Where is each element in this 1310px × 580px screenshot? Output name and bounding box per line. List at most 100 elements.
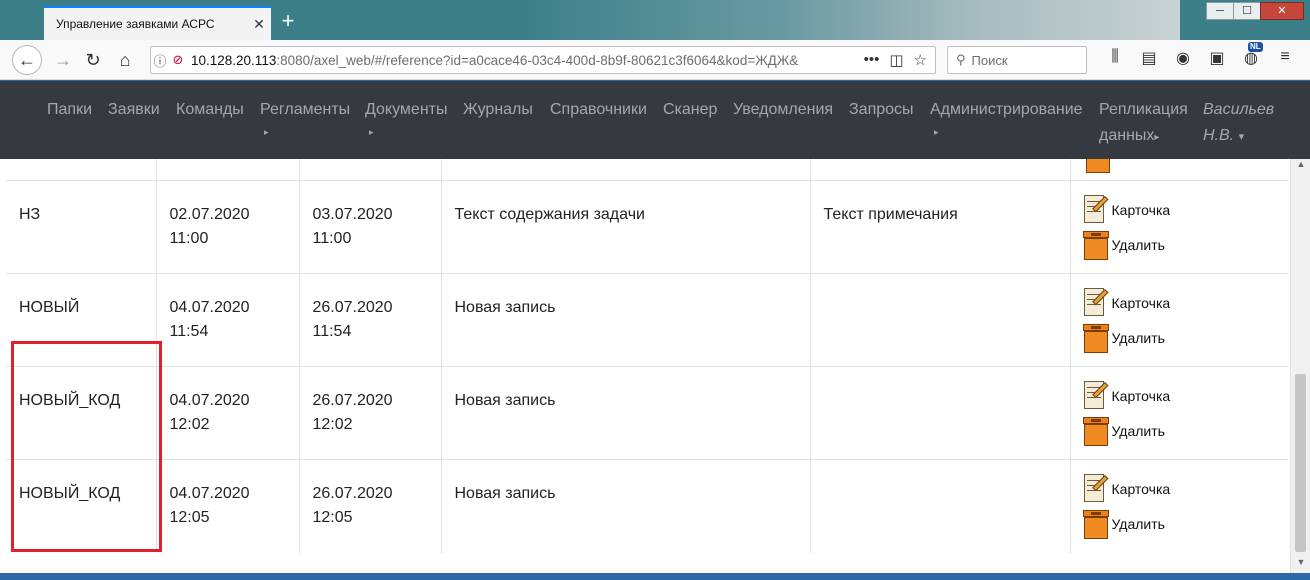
table-row: НОВЫЙ 04.07.2020 11:54 26.07.2020 11:54 Но… <box>6 273 1288 367</box>
user-name-line2: Н.В. <box>1203 127 1235 144</box>
cell-end: 26.07.2020 12:05 <box>298 459 441 553</box>
browser-tab-active[interactable]: Управление заявками АСРС ✕ <box>44 6 271 40</box>
card-label: Карточка <box>1111 294 1171 311</box>
new-tab-button[interactable]: + <box>276 8 300 34</box>
card-button[interactable]: Карточка <box>1082 472 1276 505</box>
menu-item-journals[interactable]: Журналы <box>463 97 533 123</box>
start-time: 12:02 <box>169 416 210 433</box>
menu-item-replication[interactable]: Репликация данных▸ <box>1099 97 1188 151</box>
caret-right-icon: ▸ <box>264 127 269 137</box>
menu-item-queries[interactable]: Запросы <box>849 97 914 123</box>
delete-button[interactable]: Удалить <box>1082 228 1276 261</box>
minimize-icon[interactable]: ─ <box>1206 2 1234 20</box>
delete-button[interactable]: Удалить <box>1082 414 1276 447</box>
window-close-icon[interactable]: ✕ <box>1260 2 1304 20</box>
nl-badge: NL <box>1248 42 1263 52</box>
start-date: 04.07.2020 <box>169 299 250 316</box>
trash-icon <box>1082 322 1110 354</box>
delete-button[interactable]: Удалить <box>1082 321 1276 354</box>
trash-icon <box>1082 229 1110 261</box>
cell-content: Текст содержания задачи <box>440 180 810 274</box>
menu-item-regulations[interactable]: Регламенты ▸ <box>260 97 350 141</box>
scrollbar-thumb[interactable] <box>1295 374 1306 552</box>
menu-item-administration[interactable]: Администрирование ▸ <box>930 97 1083 141</box>
end-date: 26.07.2020 <box>312 392 393 409</box>
cell-start: 04.07.2020 12:05 <box>155 459 299 553</box>
menu-item-replication-label: Репликация <box>1099 101 1188 118</box>
maximize-icon[interactable]: ☐ <box>1233 2 1261 20</box>
url-text[interactable]: 10.128.20.113:8080/axel_web/#/reference?… <box>187 53 864 68</box>
cell-content: Новая запись <box>440 273 810 367</box>
bookmark-star-icon[interactable]: ☆ <box>914 51 927 69</box>
card-label: Карточка <box>1111 480 1171 497</box>
delete-button[interactable]: Удалить <box>1082 507 1276 540</box>
pocket-icon[interactable]: ◫ <box>889 51 903 69</box>
page-content: НЗ 02.07.2020 11:00 03.07.2020 11:00 Текст… <box>0 159 1290 573</box>
end-date: 03.07.2020 <box>312 206 393 223</box>
home-button[interactable]: ⌂ <box>110 45 140 75</box>
trash-icon[interactable] <box>1084 159 1112 174</box>
forward-button[interactable]: → <box>48 45 78 75</box>
start-time: 11:54 <box>169 323 209 340</box>
menu-item-requests[interactable]: Заявки <box>108 97 160 123</box>
menu-item-documents[interactable]: Документы ▸ <box>365 97 447 141</box>
menu-item-commands[interactable]: Команды <box>176 97 244 123</box>
tab-close-icon[interactable]: ✕ <box>247 16 271 33</box>
arrow-right-icon: → <box>54 49 72 70</box>
reference-table: НЗ 02.07.2020 11:00 03.07.2020 11:00 Текст… <box>6 159 1288 553</box>
library-icon[interactable]: ⫼ <box>1104 48 1126 68</box>
menu-item-folders[interactable]: Папки <box>47 97 92 123</box>
menu-item-regulations-label: Регламенты <box>260 101 351 118</box>
table-row: НЗ 02.07.2020 11:00 03.07.2020 11:00 Текст… <box>6 180 1288 274</box>
cell-actions: Карточка Удалить <box>1069 459 1288 553</box>
card-button[interactable]: Карточка <box>1082 379 1276 412</box>
hamburger-menu-icon[interactable]: ≡ <box>1274 48 1296 68</box>
user-menu[interactable]: Васильев Н.В. ▾ <box>1203 97 1274 150</box>
menu-item-administration-label: Администрирование <box>930 101 1083 118</box>
reload-button[interactable]: ↻ <box>78 45 108 75</box>
start-date: 04.07.2020 <box>169 392 250 409</box>
card-button[interactable]: Карточка <box>1082 286 1276 319</box>
arrow-left-icon: ← <box>18 49 36 70</box>
scroll-down-icon[interactable]: ▼ <box>1291 557 1310 573</box>
scroll-up-icon[interactable]: ▲ <box>1291 159 1310 175</box>
end-date: 26.07.2020 <box>312 485 393 502</box>
menu-item-scanner[interactable]: Сканер <box>663 97 717 123</box>
start-time: 12:05 <box>169 509 210 526</box>
globe-icon[interactable]: ◍ NL <box>1240 42 1263 68</box>
sidebar-icon[interactable]: ▤ <box>1138 48 1160 68</box>
cell-code: НОВЫЙ_КОД <box>6 459 156 553</box>
page-actions-icon[interactable]: ••• <box>864 51 880 69</box>
address-bar[interactable]: ⓘ ⊘ 10.128.20.113:8080/axel_web/#/refere… <box>150 46 936 74</box>
table-row: НОВЫЙ_КОД 04.07.2020 12:05 26.07.2020 12:0… <box>6 459 1288 553</box>
vertical-scrollbar[interactable]: ▲ ▼ <box>1290 159 1310 573</box>
cell-code: НОВЫЙ <box>6 273 156 367</box>
end-date: 26.07.2020 <box>312 299 393 316</box>
cell-end: 03.07.2020 11:00 <box>298 180 441 274</box>
cell-note <box>809 273 1070 367</box>
table-row: НОВЫЙ_КОД 04.07.2020 12:02 26.07.2020 12:0… <box>6 366 1288 460</box>
caret-right-icon: ▸ <box>1154 132 1160 143</box>
reload-icon: ↻ <box>85 49 101 70</box>
extension-icon[interactable]: ▣ <box>1206 48 1228 68</box>
menu-item-documents-label: Документы <box>365 101 448 118</box>
card-edit-icon <box>1082 473 1110 505</box>
user-name-line1: Васильев <box>1203 101 1275 118</box>
cell-actions: Карточка Удалить <box>1069 180 1288 274</box>
delete-label: Удалить <box>1111 422 1165 439</box>
cell-start: 02.07.2020 11:00 <box>155 180 299 274</box>
tab-title: Управление заявками АСРС <box>56 17 215 31</box>
start-date: 02.07.2020 <box>169 206 250 223</box>
menu-item-notifications[interactable]: Уведомления <box>733 97 833 123</box>
start-date: 04.07.2020 <box>169 485 250 502</box>
search-input[interactable]: ⚲ Поиск <box>947 46 1087 74</box>
back-button[interactable]: ← <box>12 45 42 75</box>
menu-item-references[interactable]: Справочники <box>550 97 647 123</box>
card-button[interactable]: Карточка <box>1082 193 1276 226</box>
insecure-lock-icon[interactable]: ⊘ <box>169 52 187 68</box>
table-row-partial <box>6 159 1288 181</box>
cell-note <box>809 366 1070 460</box>
info-icon[interactable]: ⓘ <box>151 51 169 70</box>
menu-item-replication-label-2: данных <box>1099 127 1155 144</box>
account-icon[interactable]: ◉ <box>1172 48 1194 68</box>
